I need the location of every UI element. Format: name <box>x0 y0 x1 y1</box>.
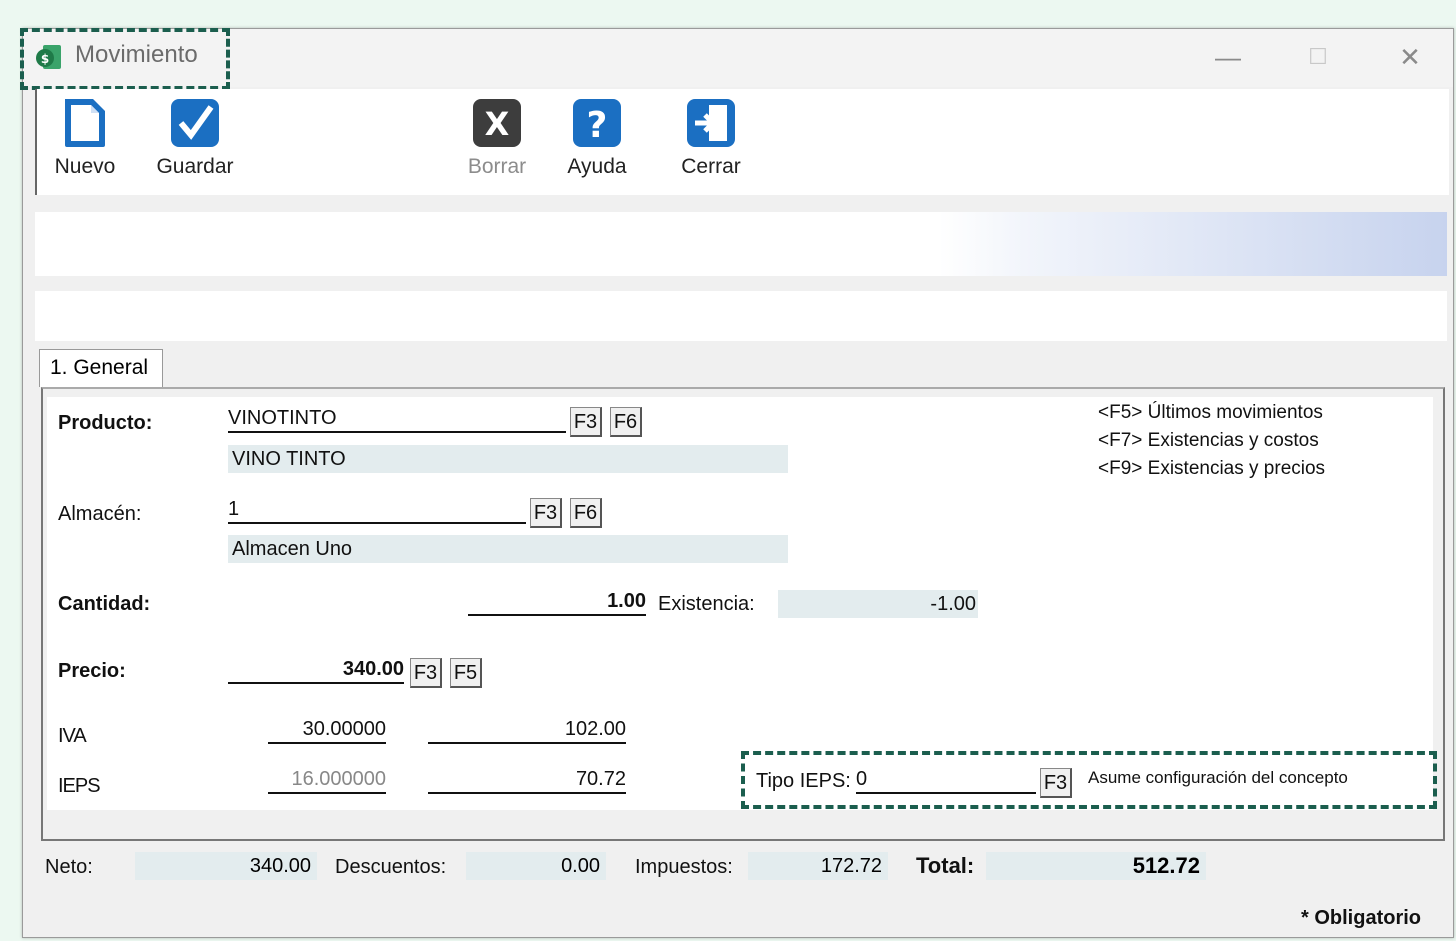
exit-door-icon <box>687 99 735 147</box>
obligatorio-note: * Obligatorio <box>1301 907 1421 929</box>
new-document-icon <box>65 99 105 147</box>
impuestos-value: 172.72 <box>748 852 888 880</box>
tipo-ieps-f3-button[interactable]: F3 <box>1040 768 1072 798</box>
close-button[interactable]: ✕ <box>1387 39 1433 75</box>
ayuda-button[interactable]: ? Ayuda <box>557 89 637 195</box>
precio-f5-button[interactable]: F5 <box>450 658 482 688</box>
neto-value: 340.00 <box>135 852 317 880</box>
movimiento-window: $ Movimiento — ☐ ✕ Nuevo Guardar X Borra… <box>20 28 1454 938</box>
guardar-label: Guardar <box>156 155 234 178</box>
almacen-label: Almacén: <box>58 503 142 525</box>
cerrar-button[interactable]: Cerrar <box>671 89 751 195</box>
help-f9: <F9> Existencias y precios <box>1098 458 1326 479</box>
toolbar: Nuevo Guardar X Borrar ? Ayuda Cerrar <box>35 89 1449 195</box>
svg-text:X: X <box>485 105 510 143</box>
descuentos-value: 0.00 <box>466 852 606 880</box>
producto-code-input[interactable]: VINOTINTO <box>228 407 566 433</box>
almacen-code-input[interactable]: 1 <box>228 498 526 524</box>
svg-text:?: ? <box>587 105 608 146</box>
precio-input[interactable]: 340.00 <box>228 658 404 684</box>
nuevo-label: Nuevo <box>54 155 116 178</box>
tipo-ieps-label: Tipo IEPS: <box>756 770 851 792</box>
guardar-button[interactable]: Guardar <box>147 89 243 195</box>
maximize-button[interactable]: ☐ <box>1295 39 1341 75</box>
cantidad-input[interactable]: 1.00 <box>468 590 646 616</box>
ieps-amount-input[interactable]: 70.72 <box>428 768 626 794</box>
iva-label: IVA <box>58 725 87 747</box>
total-value: 512.72 <box>986 852 1206 880</box>
borrar-button[interactable]: X Borrar <box>457 89 537 195</box>
minimize-button[interactable]: — <box>1205 39 1251 75</box>
producto-name-field: VINO TINTO <box>228 445 788 473</box>
info-banner <box>35 291 1447 341</box>
help-f5: <F5> Últimos movimientos <box>1098 402 1323 423</box>
iva-rate-input[interactable]: 30.00000 <box>268 718 386 744</box>
cerrar-label: Cerrar <box>681 155 741 178</box>
total-label: Total: <box>916 853 975 878</box>
precio-f3-button[interactable]: F3 <box>410 658 442 688</box>
delete-icon: X <box>473 99 521 147</box>
ayuda-label: Ayuda <box>567 155 627 178</box>
existencia-label: Existencia: <box>658 593 755 615</box>
neto-label: Neto: <box>45 856 93 878</box>
title-highlight <box>20 28 230 90</box>
producto-f3-button[interactable]: F3 <box>570 407 602 437</box>
descuentos-label: Descuentos: <box>335 856 447 878</box>
tab-general[interactable]: 1. General <box>39 349 163 387</box>
iva-amount-input[interactable]: 102.00 <box>428 718 626 744</box>
header-banner <box>35 212 1447 276</box>
almacen-f3-button[interactable]: F3 <box>530 498 562 528</box>
ieps-label: IEPS <box>58 775 101 797</box>
nuevo-button[interactable]: Nuevo <box>45 89 125 195</box>
existencia-field: -1.00 <box>778 590 978 618</box>
help-f7: <F7> Existencias y costos <box>1098 430 1319 451</box>
cantidad-label: Cantidad: <box>58 593 151 615</box>
tipo-ieps-input[interactable]: 0 <box>856 768 1036 794</box>
producto-f6-button[interactable]: F6 <box>610 407 642 437</box>
almacen-name-field: Almacen Uno <box>228 535 788 563</box>
borrar-label: Borrar <box>467 155 527 178</box>
ieps-rate-input[interactable]: 16.000000 <box>268 768 386 794</box>
impuestos-label: Impuestos: <box>635 856 733 878</box>
precio-label: Precio: <box>58 660 126 682</box>
almacen-f6-button[interactable]: F6 <box>570 498 602 528</box>
checkmark-icon <box>171 99 219 147</box>
help-icon: ? <box>573 99 621 147</box>
producto-label: Producto: <box>58 412 153 434</box>
tipo-ieps-description: Asume configuración del concepto <box>1084 765 1432 791</box>
